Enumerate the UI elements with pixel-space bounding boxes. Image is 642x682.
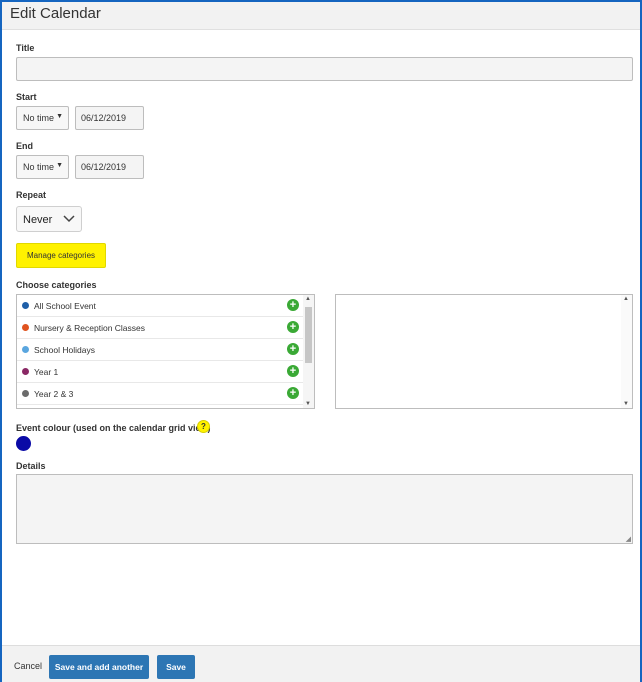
- start-time-value: No time: [23, 113, 55, 123]
- repeat-label: Repeat: [16, 190, 47, 200]
- category-list[interactable]: All School Event + Nursery & Reception C…: [16, 294, 315, 409]
- end-date-value: 06/12/2019: [81, 162, 127, 172]
- event-colour-swatch[interactable]: [16, 436, 31, 451]
- scroll-down-icon[interactable]: ▼: [623, 401, 629, 407]
- scrollbar-thumb[interactable]: [305, 307, 312, 363]
- category-name: All School Event: [34, 301, 96, 311]
- add-icon[interactable]: +: [287, 299, 299, 311]
- choose-categories-label: Choose categories: [16, 280, 97, 290]
- category-item[interactable]: School Holidays +: [17, 339, 303, 361]
- category-name: Year 2 & 3: [34, 389, 74, 399]
- category-color-dot: [22, 368, 29, 375]
- help-icon[interactable]: ?: [197, 420, 210, 433]
- manage-categories-button[interactable]: Manage categories: [16, 243, 106, 268]
- category-color-dot: [22, 302, 29, 309]
- save-button[interactable]: Save: [157, 655, 195, 679]
- category-item[interactable]: Nursery & Reception Classes +: [17, 317, 303, 339]
- scroll-down-icon[interactable]: ▼: [305, 401, 311, 407]
- end-date-input[interactable]: 06/12/2019: [75, 155, 144, 179]
- start-date-value: 06/12/2019: [81, 113, 127, 123]
- save-and-add-another-button[interactable]: Save and add another: [49, 655, 149, 679]
- dialog-title: Edit Calendar: [10, 5, 101, 22]
- title-label: Title: [16, 43, 35, 53]
- category-color-dot: [22, 324, 29, 331]
- end-label: End: [16, 141, 33, 151]
- repeat-select[interactable]: Never: [16, 206, 82, 232]
- add-icon[interactable]: +: [287, 387, 299, 399]
- category-item[interactable]: All School Event +: [17, 295, 303, 317]
- start-date-input[interactable]: 06/12/2019: [75, 106, 144, 130]
- category-color-dot: [22, 390, 29, 397]
- category-name: Year 1: [34, 367, 59, 377]
- selected-list-scrollbar[interactable]: ▲ ▼: [621, 295, 632, 408]
- add-icon[interactable]: +: [287, 321, 299, 333]
- add-icon[interactable]: +: [287, 365, 299, 377]
- resize-grip-icon[interactable]: ◢: [626, 535, 631, 543]
- selected-categories-list[interactable]: ▲ ▼: [335, 294, 633, 409]
- category-item[interactable]: Year 1 +: [17, 361, 303, 383]
- scroll-up-icon[interactable]: ▲: [305, 296, 311, 302]
- end-time-select[interactable]: No time ▼: [16, 155, 69, 179]
- dialog-footer: Cancel Save and add another Save: [2, 645, 640, 682]
- add-icon[interactable]: +: [287, 343, 299, 355]
- category-color-dot: [22, 346, 29, 353]
- caret-down-icon: ▼: [56, 113, 63, 120]
- category-name: Nursery & Reception Classes: [34, 323, 146, 333]
- cancel-button[interactable]: Cancel: [14, 661, 42, 671]
- end-time-value: No time: [23, 162, 55, 172]
- title-input[interactable]: [16, 57, 633, 81]
- details-label: Details: [16, 461, 46, 471]
- category-list-scrollbar[interactable]: ▲ ▼: [303, 295, 314, 408]
- chevron-down-icon: [63, 215, 75, 223]
- repeat-value: Never: [23, 214, 53, 226]
- start-label: Start: [16, 92, 37, 102]
- scroll-up-icon[interactable]: ▲: [623, 296, 629, 302]
- details-textarea[interactable]: ◢: [16, 474, 633, 544]
- category-name: School Holidays: [34, 345, 95, 355]
- event-colour-label: Event colour (used on the calendar grid …: [16, 423, 211, 433]
- edit-calendar-dialog: Edit Calendar Title Start No time ▼ 06/1…: [0, 0, 642, 682]
- start-time-select[interactable]: No time ▼: [16, 106, 69, 130]
- category-item[interactable]: Year 2 & 3 +: [17, 383, 303, 405]
- dialog-header: Edit Calendar: [2, 2, 640, 30]
- caret-down-icon: ▼: [56, 162, 63, 169]
